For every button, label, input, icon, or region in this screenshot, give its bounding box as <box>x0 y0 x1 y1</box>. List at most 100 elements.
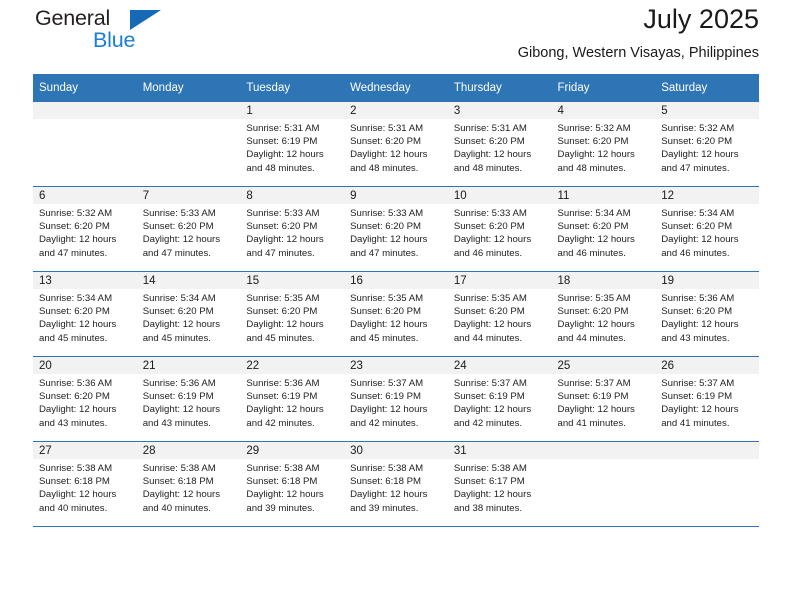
calendar-day-cell[interactable]: 20 Sunrise: 5:36 AM Sunset: 6:20 PM Dayligh… <box>33 356 137 442</box>
calendar-day-cell[interactable]: 29 Sunrise: 5:38 AM Sunset: 6:18 PM Dayligh… <box>240 441 345 527</box>
calendar-day-cell[interactable]: 11 Sunrise: 5:34 AM Sunset: 6:20 PM Dayligh… <box>551 186 656 272</box>
day-detail-daylight-2: and 40 minutes. <box>142 502 211 514</box>
calendar-day-cell[interactable]: 9 Sunrise: 5:33 AM Sunset: 6:20 PM Daylight… <box>344 186 448 272</box>
day-cell-inner: 13 Sunrise: 5:34 AM Sunset: 6:20 PM Dayligh… <box>33 272 137 356</box>
day-detail-daylight-1: Daylight: 12 hours <box>142 489 221 501</box>
calendar-day-cell[interactable]: 25 Sunrise: 5:37 AM Sunset: 6:19 PM Dayligh… <box>551 356 656 442</box>
weekday-header-tuesday: Tuesday <box>240 74 345 102</box>
day-cell-inner: 29 Sunrise: 5:38 AM Sunset: 6:18 PM Dayligh… <box>240 442 345 526</box>
day-detail-daylight-2: and 43 minutes. <box>142 417 211 429</box>
calendar-day-cell[interactable]: 4 Sunrise: 5:32 AM Sunset: 6:20 PM Daylight… <box>551 102 656 187</box>
day-number: 29 <box>240 442 345 459</box>
triangle-icon <box>130 10 161 30</box>
day-number: 20 <box>33 357 137 374</box>
day-details: Sunrise: 5:38 AM Sunset: 6:18 PM Daylight:… <box>344 459 448 515</box>
calendar-day-cell[interactable]: 10 Sunrise: 5:33 AM Sunset: 6:20 PM Dayligh… <box>447 186 552 272</box>
calendar-day-cell[interactable]: 28 Sunrise: 5:38 AM Sunset: 6:18 PM Dayligh… <box>136 441 241 527</box>
calendar-day-cell[interactable]: 27 Sunrise: 5:38 AM Sunset: 6:18 PM Dayligh… <box>33 441 137 527</box>
calendar-day-cell[interactable]: 8 Sunrise: 5:33 AM Sunset: 6:20 PM Daylight… <box>240 186 345 272</box>
calendar-day-cell[interactable]: 5 Sunrise: 5:32 AM Sunset: 6:20 PM Daylight… <box>655 102 759 187</box>
day-detail-sunrise: Sunrise: 5:31 AM <box>246 123 320 134</box>
day-details: Sunrise: 5:36 AM Sunset: 6:20 PM Daylight:… <box>33 374 137 430</box>
day-detail-sunset: Sunset: 6:19 PM <box>246 136 318 148</box>
day-number <box>136 102 241 119</box>
day-detail-daylight-1: Daylight: 12 hours <box>453 489 532 501</box>
day-detail-sunset: Sunset: 6:20 PM <box>350 136 422 148</box>
day-detail-daylight-1: Daylight: 12 hours <box>453 319 532 331</box>
day-number: 25 <box>551 357 656 374</box>
calendar-day-cell[interactable]: 15 Sunrise: 5:35 AM Sunset: 6:20 PM Dayligh… <box>240 271 345 357</box>
day-detail-sunrise: Sunrise: 5:37 AM <box>350 378 424 389</box>
calendar-day-cell[interactable]: 23 Sunrise: 5:37 AM Sunset: 6:19 PM Dayligh… <box>344 356 448 442</box>
day-cell-inner: 27 Sunrise: 5:38 AM Sunset: 6:18 PM Dayligh… <box>33 442 137 526</box>
calendar-day-cell[interactable]: 31 Sunrise: 5:38 AM Sunset: 6:17 PM Dayligh… <box>447 441 552 527</box>
day-details: Sunrise: 5:34 AM Sunset: 6:20 PM Daylight:… <box>137 289 241 345</box>
day-detail-sunrise: Sunrise: 5:31 AM <box>350 123 424 134</box>
day-detail-sunrise: Sunrise: 5:36 AM <box>246 378 320 389</box>
calendar-day-cell[interactable]: 30 Sunrise: 5:38 AM Sunset: 6:18 PM Dayligh… <box>344 441 448 527</box>
day-number: 8 <box>240 187 345 204</box>
day-details: Sunrise: 5:34 AM Sunset: 6:20 PM Daylight:… <box>552 204 656 260</box>
calendar-page: General Blue July 2025 Gibong, Western V… <box>0 0 792 612</box>
day-cell-inner: 31 Sunrise: 5:38 AM Sunset: 6:17 PM Dayligh… <box>447 442 552 526</box>
day-detail-sunrise: Sunrise: 5:35 AM <box>557 293 631 304</box>
day-detail-sunrise: Sunrise: 5:38 AM <box>453 463 527 474</box>
day-details: Sunrise: 5:37 AM Sunset: 6:19 PM Daylight:… <box>344 374 448 430</box>
day-details: Sunrise: 5:35 AM Sunset: 6:20 PM Daylight:… <box>448 289 552 345</box>
calendar-day-cell[interactable]: 3 Sunrise: 5:31 AM Sunset: 6:20 PM Daylight… <box>447 102 552 187</box>
day-detail-sunset: Sunset: 6:20 PM <box>661 136 733 148</box>
day-detail-daylight-2: and 48 minutes. <box>453 162 523 174</box>
day-cell-inner: 7 Sunrise: 5:33 AM Sunset: 6:20 PM Daylight… <box>136 187 241 271</box>
day-detail-daylight-2: and 45 minutes. <box>142 332 211 344</box>
day-detail-daylight-2: and 48 minutes. <box>246 162 315 174</box>
day-detail-sunset: Sunset: 6:18 PM <box>350 476 422 488</box>
calendar-day-cell[interactable]: 6 Sunrise: 5:32 AM Sunset: 6:20 PM Daylight… <box>33 186 137 272</box>
brand-logo[interactable]: General Blue <box>33 6 193 64</box>
day-number: 12 <box>655 187 759 204</box>
day-detail-sunset: Sunset: 6:20 PM <box>557 136 629 148</box>
calendar-day-cell[interactable]: 24 Sunrise: 5:37 AM Sunset: 6:19 PM Dayligh… <box>447 356 552 442</box>
day-details <box>33 119 137 122</box>
calendar-table: Sunday Monday Tuesday Wednesday Thursday… <box>33 74 759 527</box>
calendar-day-cell[interactable]: 17 Sunrise: 5:35 AM Sunset: 6:20 PM Dayligh… <box>447 271 552 357</box>
calendar-day-cell[interactable]: 1 Sunrise: 5:31 AM Sunset: 6:19 PM Daylight… <box>240 102 345 187</box>
calendar-day-cell[interactable]: 16 Sunrise: 5:35 AM Sunset: 6:20 PM Dayligh… <box>344 271 448 357</box>
calendar-day-cell[interactable]: 22 Sunrise: 5:36 AM Sunset: 6:19 PM Dayligh… <box>240 356 345 442</box>
day-detail-daylight-1: Daylight: 12 hours <box>246 404 324 416</box>
day-cell-inner: 3 Sunrise: 5:31 AM Sunset: 6:20 PM Daylight… <box>447 102 552 186</box>
day-detail-daylight-1: Daylight: 12 hours <box>350 234 428 246</box>
day-number: 3 <box>447 102 552 119</box>
day-detail-daylight-1: Daylight: 12 hours <box>246 489 324 501</box>
calendar-day-cell[interactable]: 2 Sunrise: 5:31 AM Sunset: 6:20 PM Daylight… <box>344 102 448 187</box>
calendar-day-cell[interactable]: 14 Sunrise: 5:34 AM Sunset: 6:20 PM Dayligh… <box>136 271 241 357</box>
day-details: Sunrise: 5:37 AM Sunset: 6:19 PM Daylight:… <box>448 374 552 430</box>
calendar-day-cell[interactable]: 26 Sunrise: 5:37 AM Sunset: 6:19 PM Dayligh… <box>655 356 759 442</box>
day-number: 6 <box>33 187 137 204</box>
calendar-day-cell[interactable]: 7 Sunrise: 5:33 AM Sunset: 6:20 PM Daylight… <box>136 186 241 272</box>
calendar-day-cell[interactable]: 21 Sunrise: 5:36 AM Sunset: 6:19 PM Dayligh… <box>136 356 241 442</box>
day-details: Sunrise: 5:36 AM Sunset: 6:20 PM Daylight:… <box>655 289 759 345</box>
day-detail-sunrise: Sunrise: 5:38 AM <box>39 463 113 474</box>
day-detail-daylight-1: Daylight: 12 hours <box>661 319 739 331</box>
day-cell-inner: 4 Sunrise: 5:32 AM Sunset: 6:20 PM Daylight… <box>551 102 656 186</box>
day-number: 13 <box>33 272 137 289</box>
calendar-day-cell[interactable]: 12 Sunrise: 5:34 AM Sunset: 6:20 PM Dayligh… <box>655 186 759 272</box>
calendar-day-cell[interactable]: 18 Sunrise: 5:35 AM Sunset: 6:20 PM Dayligh… <box>551 271 656 357</box>
day-detail-sunrise: Sunrise: 5:34 AM <box>39 293 113 304</box>
day-detail-sunset: Sunset: 6:19 PM <box>557 391 629 403</box>
calendar-day-cell[interactable]: 13 Sunrise: 5:34 AM Sunset: 6:20 PM Dayligh… <box>33 271 137 357</box>
day-cell-inner: 22 Sunrise: 5:36 AM Sunset: 6:19 PM Dayligh… <box>240 357 345 441</box>
day-detail-daylight-2: and 39 minutes. <box>246 502 315 514</box>
day-cell-inner: 14 Sunrise: 5:34 AM Sunset: 6:20 PM Dayligh… <box>136 272 241 356</box>
day-detail-sunrise: Sunrise: 5:35 AM <box>350 293 424 304</box>
day-detail-sunrise: Sunrise: 5:31 AM <box>453 123 527 134</box>
day-detail-sunrise: Sunrise: 5:37 AM <box>453 378 527 389</box>
day-detail-daylight-1: Daylight: 12 hours <box>142 319 221 331</box>
day-detail-daylight-1: Daylight: 12 hours <box>39 234 117 246</box>
day-details: Sunrise: 5:38 AM Sunset: 6:18 PM Daylight:… <box>33 459 137 515</box>
calendar-header-row: Sunday Monday Tuesday Wednesday Thursday… <box>33 74 759 102</box>
day-details: Sunrise: 5:31 AM Sunset: 6:20 PM Daylight:… <box>344 119 448 175</box>
day-cell-inner: 18 Sunrise: 5:35 AM Sunset: 6:20 PM Dayligh… <box>551 272 656 356</box>
day-cell-inner: 24 Sunrise: 5:37 AM Sunset: 6:19 PM Dayligh… <box>447 357 552 441</box>
calendar-day-cell[interactable]: 19 Sunrise: 5:36 AM Sunset: 6:20 PM Dayligh… <box>655 271 759 357</box>
